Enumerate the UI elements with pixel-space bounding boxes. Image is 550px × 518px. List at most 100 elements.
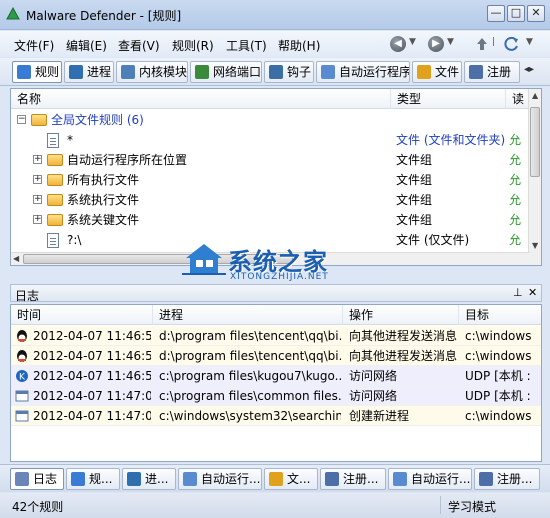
menu-tools[interactable]: 工具(T) [226, 37, 267, 54]
rule-read-permission: 允 [509, 173, 522, 187]
log-target: c:\windows [465, 329, 532, 343]
btab-log[interactable]: 日志 [10, 468, 64, 490]
refresh-dropdown-icon[interactable]: ▼ [526, 37, 533, 47]
column-header-time[interactable]: 时间 [11, 305, 153, 325]
rule-read-permission: 允 [509, 193, 522, 207]
registry-icon [325, 472, 339, 486]
log-target: c:\windows [465, 349, 532, 363]
rules-icon [71, 472, 85, 486]
up-arrow-icon[interactable] [474, 36, 490, 52]
log-target: UDP [本机 : [465, 369, 531, 383]
rule-type: 文件组 [396, 173, 433, 187]
menu-rules[interactable]: 规则(R) [172, 37, 214, 54]
forward-arrow-icon[interactable]: ▶ [428, 36, 444, 52]
rule-type: 文件组 [396, 193, 433, 207]
scroll-left-icon[interactable]: ◀ [13, 254, 19, 263]
tree-row[interactable]: + 自动运行程序所在位置 文件组 允 [11, 150, 531, 170]
tab-process[interactable]: 进程 [64, 61, 114, 83]
column-header-process[interactable]: 进程 [153, 305, 343, 325]
menu-help[interactable]: 帮助(H) [278, 37, 320, 54]
menu-file[interactable]: 文件(F) [14, 37, 54, 54]
back-dropdown-icon[interactable]: ▼ [409, 37, 416, 47]
tab-scroll-arrows-icon[interactable]: ◂▸ [524, 64, 534, 75]
rule-type: 文件组 [396, 153, 433, 167]
column-header-target[interactable]: 目标 [459, 305, 541, 325]
btab-autorun-2[interactable]: 自动运行... [388, 468, 472, 490]
expand-icon[interactable]: + [33, 175, 42, 184]
btab-label: 规... [89, 472, 113, 486]
mode-status: 学习模式 [448, 500, 497, 514]
rules-vertical-scrollbar[interactable]: ▲ ▼ [528, 89, 541, 265]
rule-name: 自动运行程序所在位置 [67, 153, 188, 167]
tree-row[interactable]: − 全局文件规则 (6) [11, 110, 531, 130]
tab-rules[interactable]: 规则 [12, 61, 62, 83]
tab-registry[interactable]: 注册 [464, 61, 520, 83]
btab-registry[interactable]: 注册... [320, 468, 386, 490]
refresh-icon[interactable] [504, 36, 520, 52]
maximize-button[interactable]: □ [507, 5, 525, 22]
menu-edit[interactable]: 编辑(E) [66, 37, 107, 54]
collapse-icon[interactable]: − [17, 115, 26, 124]
tree-row[interactable]: + 系统执行文件 文件组 允 [11, 190, 531, 210]
log-time: 2012-04-07 11:47:05 [33, 409, 151, 423]
folder-icon [31, 114, 47, 126]
tab-hooks[interactable]: 钩子 [264, 61, 314, 83]
expand-icon[interactable]: + [33, 215, 42, 224]
btab-process[interactable]: 进... [122, 468, 176, 490]
rule-name: 系统执行文件 [67, 193, 140, 207]
file-icon [269, 472, 283, 486]
column-header-type[interactable]: 类型 [391, 89, 506, 109]
tree-row[interactable]: + 系统关键文件 文件组 允 [11, 210, 531, 230]
log-row[interactable]: K 2012-04-07 11:46:57 c:\program files\kug… [11, 366, 541, 386]
forward-dropdown-icon[interactable]: ▼ [447, 37, 454, 47]
tree-row[interactable]: * 文件 (文件和文件夹) 允 [11, 130, 531, 150]
log-action: 向其他进程发送消息 [349, 349, 457, 363]
log-row[interactable]: 2012-04-07 11:46:52 d:\program files\tenc… [11, 326, 541, 346]
btab-label: 日志 [33, 472, 58, 486]
scroll-up-icon[interactable]: ▲ [532, 91, 538, 100]
document-icon [47, 133, 59, 148]
expand-icon[interactable]: + [33, 155, 42, 164]
rule-name: * [67, 133, 73, 147]
menu-view[interactable]: 查看(V) [118, 37, 160, 54]
window-icon [15, 390, 29, 402]
tab-files[interactable]: 文件 [412, 61, 462, 83]
folder-icon [47, 174, 63, 186]
process-icon [127, 472, 141, 486]
view-tab-bar: 规则 进程 内核模块 网络端口 钩子 自动运行程序 文件 注册 ◂▸ [0, 58, 550, 86]
tab-autorun[interactable]: 自动运行程序 [316, 61, 410, 83]
log-row[interactable]: 2012-04-07 11:47:05 c:\windows\system32\s… [11, 406, 541, 426]
close-button[interactable]: ✕ [527, 5, 545, 22]
column-header-action[interactable]: 操作 [343, 305, 459, 325]
file-icon [417, 65, 431, 79]
rule-type: 文件 (文件和文件夹) [396, 133, 506, 147]
qq-icon [17, 330, 27, 342]
log-action: 访问网络 [349, 389, 398, 403]
window-icon [15, 410, 29, 422]
column-header-name[interactable]: 名称 [11, 89, 391, 109]
pin-icon[interactable]: ⊥ [513, 286, 523, 299]
expand-icon[interactable]: + [33, 195, 42, 204]
rule-name: 全局文件规则 (6) [51, 113, 144, 127]
log-icon [15, 472, 29, 486]
tree-row[interactable]: + 所有执行文件 文件组 允 [11, 170, 531, 190]
btab-registry-2[interactable]: 注册... [474, 468, 540, 490]
rule-read-permission: 允 [509, 153, 522, 167]
tab-kernel-modules[interactable]: 内核模块 [116, 61, 188, 83]
log-close-icon[interactable]: ✕ [528, 286, 537, 299]
log-row[interactable]: 2012-04-07 11:46:52 d:\program files\tenc… [11, 346, 541, 366]
folder-icon [47, 194, 63, 206]
scroll-down-icon[interactable]: ▼ [532, 241, 538, 250]
registry-icon [479, 472, 493, 486]
log-row[interactable]: 2012-04-07 11:47:05 c:\program files\comm… [11, 386, 541, 406]
btab-rules[interactable]: 规... [66, 468, 120, 490]
minimize-button[interactable]: — [487, 5, 505, 22]
site-watermark: 系统之家 XITONGZHIJIA.NET [182, 236, 372, 284]
btab-autorun[interactable]: 自动运行... [178, 468, 262, 490]
back-arrow-icon[interactable]: ◀ [390, 36, 406, 52]
btab-files[interactable]: 文... [264, 468, 318, 490]
tab-network-ports[interactable]: 网络端口 [190, 61, 262, 83]
rule-read-permission: 允 [509, 233, 522, 247]
title-bar: Malware Defender - [规则] — □ ✕ [0, 0, 550, 30]
scrollbar-thumb[interactable] [530, 107, 540, 177]
